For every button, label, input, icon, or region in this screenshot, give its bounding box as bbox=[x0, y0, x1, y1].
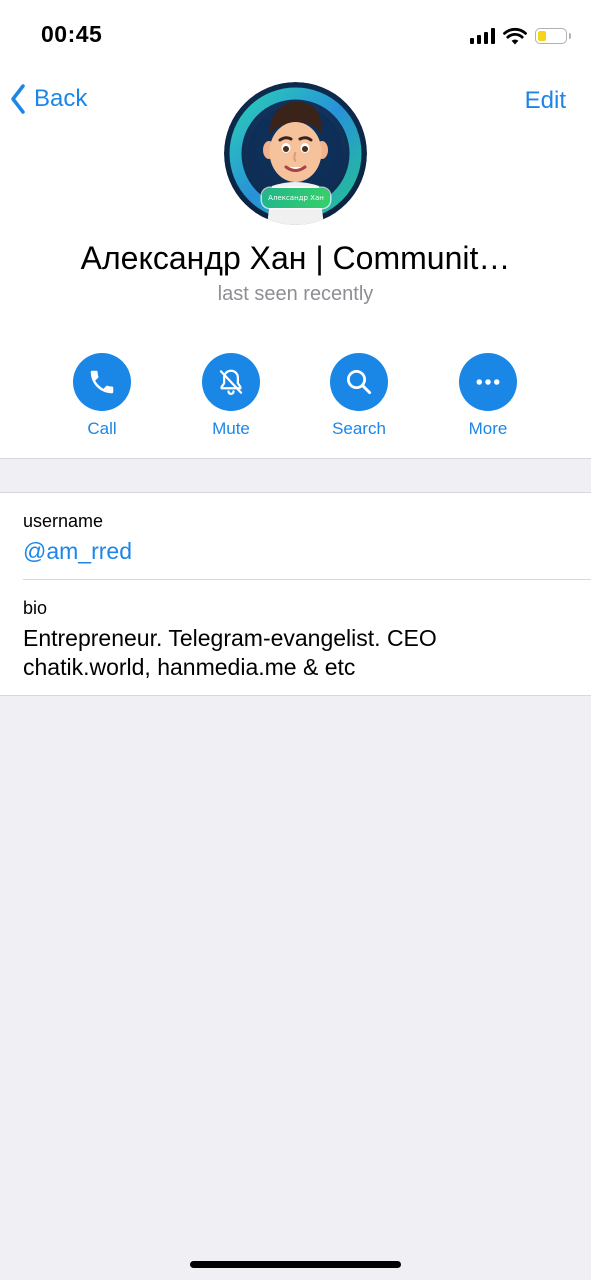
chevron-left-icon bbox=[11, 84, 25, 114]
action-bar: Call Mute Search More bbox=[0, 353, 591, 443]
username-label: username bbox=[23, 511, 104, 531]
back-button[interactable]: Back bbox=[10, 84, 87, 114]
more-circle bbox=[459, 353, 517, 411]
search-label: Search bbox=[332, 419, 386, 438]
avatar[interactable]: Александр Хан bbox=[224, 82, 367, 225]
info-divider bbox=[23, 579, 591, 580]
more-label: More bbox=[468, 419, 508, 438]
bio-line-1: Entrepreneur. Telegram-evangelist. CEO bbox=[23, 625, 437, 651]
more-button[interactable]: More bbox=[438, 353, 538, 439]
profile-status: last seen recently bbox=[217, 283, 374, 305]
mute-button[interactable]: Mute bbox=[181, 353, 281, 439]
signal-icon bbox=[470, 28, 495, 44]
status-time: 00:45 bbox=[41, 21, 103, 47]
avatar-name-tag: Александр Хан bbox=[262, 188, 330, 208]
phone-icon bbox=[90, 370, 114, 394]
call-button[interactable]: Call bbox=[52, 353, 152, 439]
mute-circle bbox=[202, 353, 260, 411]
mute-label: Mute bbox=[212, 419, 250, 438]
more-icon bbox=[476, 379, 500, 385]
bell-slash-icon bbox=[219, 369, 243, 395]
profile-name: Александр Хан | Communit… bbox=[80, 240, 511, 276]
edit-button[interactable]: Edit bbox=[525, 87, 566, 115]
back-label: Back bbox=[34, 85, 88, 112]
search-icon bbox=[347, 370, 372, 395]
battery-level bbox=[538, 31, 546, 41]
search-circle bbox=[330, 353, 388, 411]
profile-screen: 00:45 Back Edit Александр Хан Александр … bbox=[0, 0, 591, 1280]
wifi-icon bbox=[503, 27, 527, 45]
battery-icon bbox=[535, 28, 571, 44]
info-card: username @am_rred bio Entrepreneur. Tele… bbox=[0, 492, 591, 696]
call-circle bbox=[73, 353, 131, 411]
call-label: Call bbox=[87, 419, 117, 438]
home-indicator[interactable] bbox=[190, 1261, 401, 1268]
username-link[interactable]: @am_rred bbox=[23, 538, 132, 565]
bio-label: bio bbox=[23, 598, 48, 618]
status-icons bbox=[470, 24, 571, 48]
search-button[interactable]: Search bbox=[309, 353, 409, 439]
bio-line-2: chatik.world, hanmedia.me & etc bbox=[23, 654, 356, 680]
